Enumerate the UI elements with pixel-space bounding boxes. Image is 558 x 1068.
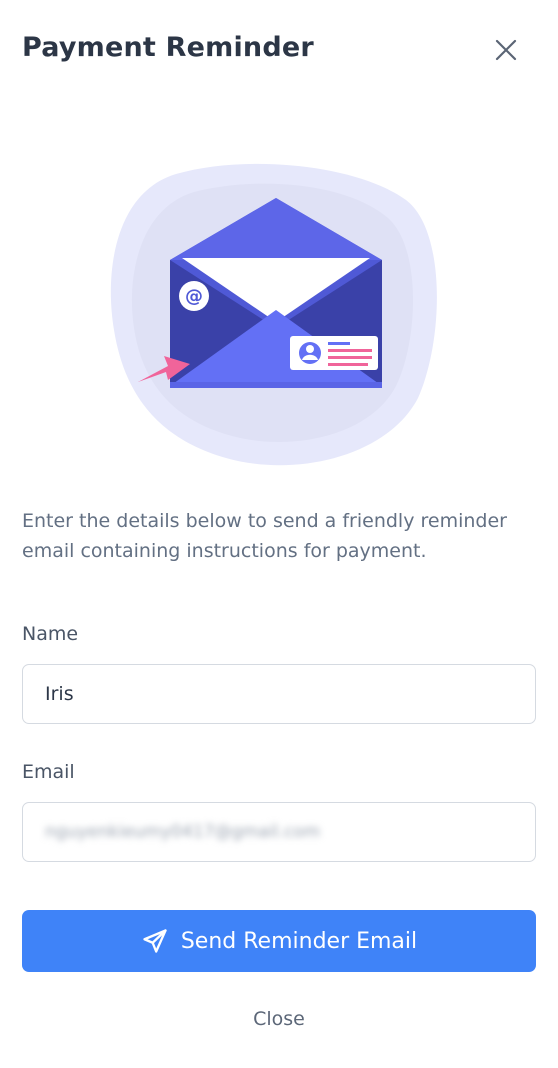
dialog-description: Enter the details below to send a friend… (22, 510, 507, 562)
close-icon[interactable] (492, 36, 520, 64)
email-value: nguyenkieumy0417@gmail.com (45, 822, 321, 842)
dialog-header: Payment Reminder (22, 30, 536, 74)
send-reminder-label: Send Reminder Email (180, 928, 418, 954)
email-field[interactable]: nguyenkieumy0417@gmail.com (22, 802, 536, 862)
email-label: Email (22, 761, 75, 783)
svg-text:@: @ (185, 286, 203, 307)
close-button[interactable]: Close (0, 1008, 558, 1030)
envelope-illustration: @ (110, 163, 437, 466)
dialog-title: Payment Reminder (22, 32, 314, 63)
name-field[interactable]: Iris (22, 664, 536, 724)
paper-plane-icon (143, 929, 167, 953)
name-value: Iris (45, 683, 74, 705)
name-label: Name (22, 623, 79, 645)
send-reminder-button[interactable]: Send Reminder Email (22, 910, 536, 972)
